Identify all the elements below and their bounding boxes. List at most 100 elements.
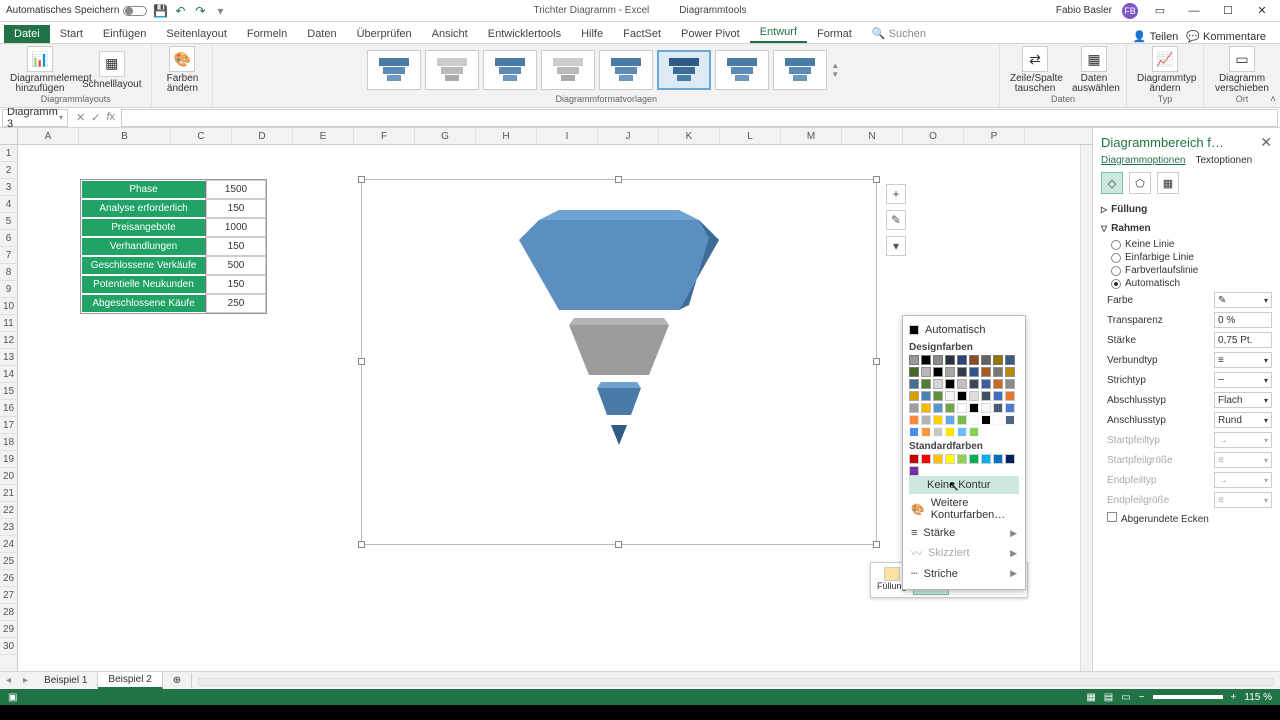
row-header[interactable]: 25 [0, 553, 17, 570]
sheet-nav-prev[interactable]: ◂ [0, 675, 17, 686]
col-header[interactable]: E [293, 128, 354, 144]
col-header[interactable]: H [476, 128, 537, 144]
save-icon[interactable]: 💾 [153, 4, 167, 18]
table-value-cell[interactable]: 150 [206, 275, 266, 294]
col-header[interactable]: L [720, 128, 781, 144]
no-line-radio[interactable]: Keine Linie [1101, 238, 1272, 251]
chart-style-3[interactable] [483, 50, 537, 90]
view-pagebreak-icon[interactable]: ▭ [1121, 692, 1130, 703]
change-chart-type-button[interactable]: 📈Diagrammtyp ändern [1133, 44, 1197, 96]
row-header[interactable]: 24 [0, 536, 17, 553]
col-header[interactable]: A [18, 128, 79, 144]
style-gallery-more[interactable]: ▲▼ [831, 61, 845, 79]
solid-line-radio[interactable]: Einfarbige Linie [1101, 251, 1272, 264]
qat-more-icon[interactable]: ▾ [213, 4, 227, 18]
automatic-color-item[interactable]: Automatisch [909, 322, 1019, 338]
join-prop[interactable]: AnschlusstypRund▾ [1101, 410, 1272, 430]
row-header[interactable]: 9 [0, 281, 17, 298]
view-pagelayout-icon[interactable]: ▤ [1104, 692, 1113, 703]
col-header[interactable]: F [354, 128, 415, 144]
chart-style-4[interactable] [541, 50, 595, 90]
chart-elements-button[interactable]: + [886, 184, 906, 204]
table-header-cell[interactable]: Abgeschlossene Käufe [81, 294, 206, 313]
table-value-cell[interactable]: 150 [206, 199, 266, 218]
switch-row-col-button[interactable]: ⇄Zeile/Spalte tauschen [1006, 44, 1064, 96]
design-color-swatches[interactable] [909, 355, 1019, 437]
tab-file[interactable]: Datei [4, 25, 50, 43]
chart-style-7[interactable] [715, 50, 769, 90]
tab-insert[interactable]: Einfügen [93, 25, 156, 43]
cells-area[interactable]: Phase1500 Analyse erforderlich150 Preisa… [18, 145, 1080, 671]
col-header[interactable]: N [842, 128, 903, 144]
table-header-cell[interactable]: Geschlossene Verkäufe [81, 256, 206, 275]
select-all-corner[interactable] [0, 128, 18, 144]
sheet-tab-2[interactable]: Beispiel 2 [98, 672, 162, 689]
col-header[interactable]: I [537, 128, 598, 144]
row-header[interactable]: 19 [0, 451, 17, 468]
vertical-scrollbar[interactable] [1080, 145, 1092, 671]
fill-line-tab-icon[interactable]: ◇ [1101, 172, 1123, 194]
zoom-out-icon[interactable]: − [1139, 692, 1145, 703]
col-header[interactable]: B [79, 128, 171, 144]
row-header[interactable]: 26 [0, 570, 17, 587]
weight-item[interactable]: ≡Stärke▶ [909, 524, 1019, 542]
standard-color-swatches[interactable] [909, 454, 1019, 476]
row-header[interactable]: 6 [0, 230, 17, 247]
chart-styles-button[interactable]: ✎ [886, 210, 906, 230]
col-header[interactable]: J [598, 128, 659, 144]
transparency-prop[interactable]: Transparenz0 % [1101, 310, 1272, 330]
close-pane-icon[interactable]: ✕ [1260, 134, 1272, 151]
fill-section-header[interactable]: ▷Füllung [1101, 200, 1272, 219]
undo-icon[interactable]: ↶ [173, 4, 187, 18]
chart-filters-button[interactable]: ▾ [886, 236, 906, 256]
new-sheet-button[interactable]: ⊕ [163, 673, 192, 688]
rounded-corners-check[interactable]: Abgerundete Ecken [1101, 510, 1272, 527]
select-data-button[interactable]: ▦Daten auswählen [1068, 44, 1120, 96]
row-header[interactable]: 30 [0, 638, 17, 655]
chart-options-tab[interactable]: Diagrammoptionen [1101, 155, 1186, 166]
tab-help[interactable]: Hilfe [571, 25, 613, 43]
col-header[interactable]: M [781, 128, 842, 144]
tab-formulas[interactable]: Formeln [237, 25, 297, 43]
change-colors-button[interactable]: 🎨Farben ändern [158, 44, 206, 96]
maximize-icon[interactable]: ☐ [1216, 3, 1240, 19]
horizontal-scrollbar[interactable] [198, 675, 1274, 687]
row-header[interactable]: 22 [0, 502, 17, 519]
search-tab[interactable]: 🔍 Suchen [862, 24, 936, 43]
size-tab-icon[interactable]: ▦ [1157, 172, 1179, 194]
collapse-ribbon-icon[interactable]: ˄ [1270, 94, 1276, 105]
row-header[interactable]: 11 [0, 315, 17, 332]
table-value-cell[interactable]: 500 [206, 256, 266, 275]
tab-entwurf[interactable]: Entwurf [750, 23, 807, 43]
col-header[interactable]: C [171, 128, 232, 144]
dashes-item[interactable]: ┄Striche▶ [909, 564, 1019, 583]
row-header[interactable]: 2 [0, 162, 17, 179]
table-header-cell[interactable]: Potentielle Neukunden [81, 275, 206, 294]
chart-style-2[interactable] [425, 50, 479, 90]
row-header[interactable]: 3 [0, 179, 17, 196]
col-header[interactable]: O [903, 128, 964, 144]
redo-icon[interactable]: ↷ [193, 4, 207, 18]
color-prop[interactable]: Farbe✎▾ [1101, 290, 1272, 310]
add-chart-element-button[interactable]: 📊Diagrammelement hinzufügen [6, 44, 74, 96]
tab-data[interactable]: Daten [297, 25, 346, 43]
row-header[interactable]: 12 [0, 332, 17, 349]
row-header[interactable]: 23 [0, 519, 17, 536]
table-header-cell[interactable]: Phase [81, 180, 206, 199]
tab-pagelayout[interactable]: Seitenlayout [156, 25, 237, 43]
tab-factset[interactable]: FactSet [613, 25, 671, 43]
col-header[interactable]: D [232, 128, 293, 144]
macro-record-icon[interactable]: ▣ [8, 692, 17, 703]
fx-icon[interactable]: fx [106, 111, 115, 124]
row-header[interactable]: 18 [0, 434, 17, 451]
row-header[interactable]: 27 [0, 587, 17, 604]
tab-powerpivot[interactable]: Power Pivot [671, 25, 750, 43]
dash-prop[interactable]: Strichtyp┄▾ [1101, 370, 1272, 390]
row-header[interactable]: 4 [0, 196, 17, 213]
name-box[interactable]: Diagramm 3▾ [2, 109, 68, 127]
table-value-cell[interactable]: 150 [206, 237, 266, 256]
zoom-in-icon[interactable]: + [1231, 692, 1237, 703]
row-header[interactable]: 29 [0, 621, 17, 638]
col-header[interactable]: P [964, 128, 1025, 144]
table-header-cell[interactable]: Analyse erforderlich [81, 199, 206, 218]
